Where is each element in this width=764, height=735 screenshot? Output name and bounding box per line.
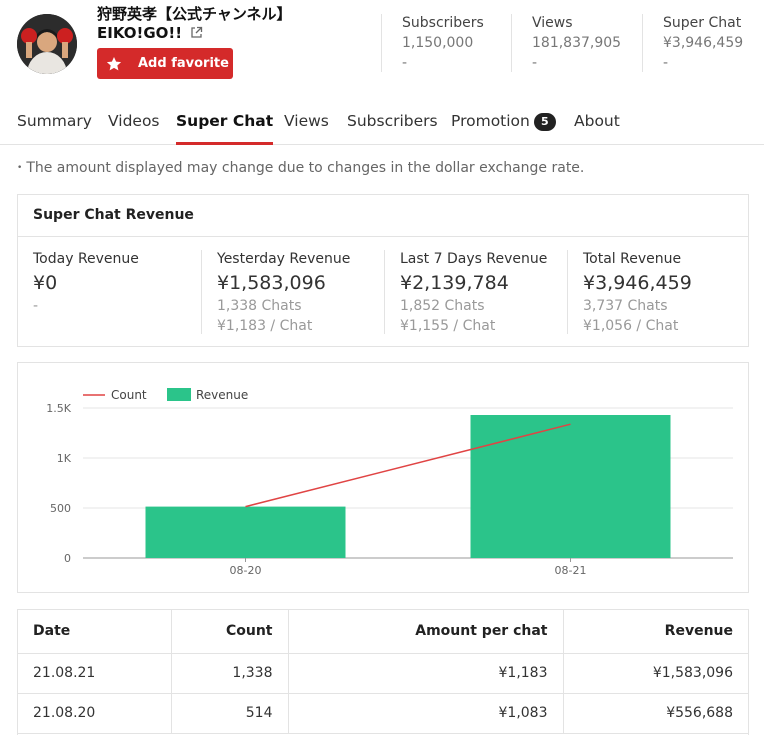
tab-videos[interactable]: Videos [108,112,160,145]
header-revenue[interactable]: Revenue [563,610,748,654]
revenue-chats: 1,852 Chats [400,298,485,314]
revenue-bar [470,415,671,558]
yesterday-revenue: Yesterday Revenue ¥1,583,096 1,338 Chats… [201,250,384,334]
revenue-per-chat: ¥1,056 / Chat [583,318,679,334]
stat-label: Subscribers [402,15,484,31]
super-chat-table-card: Date Count Amount per chat Revenue 21.08… [17,609,749,735]
cell-revenue: ¥1,583,096 [563,653,748,694]
tab-summary[interactable]: Summary [17,112,92,145]
stat-label: Super Chat [663,15,742,31]
header-date[interactable]: Date [18,610,172,654]
header-count[interactable]: Count [171,610,289,654]
add-favorite-label: Add favorite [138,56,229,71]
super-chat-revenue-card: Super Chat Revenue Today Revenue ¥0 - Ye… [17,194,749,347]
channel-name[interactable]: 狩野英孝【公式チャンネル】 EIKO!GO!! [97,5,387,44]
cell-count: 1,338 [171,653,289,694]
tab-views[interactable]: Views [284,112,329,145]
channel-name-line2: EIKO!GO!! [97,24,183,42]
promotion-count-badge: 5 [533,113,556,131]
stat-subscribers: Subscribers 1,150,000 - [381,14,511,72]
revenue-label: Today Revenue [33,251,139,267]
super-chat-chart-card: 0 500 1K 1.5K 08-20 08-21 Count Revenue [17,362,749,593]
tab-subscribers[interactable]: Subscribers [347,112,438,145]
channel-name-line1: 狩野英孝【公式チャンネル】 [97,5,292,23]
tab-bar: Summary Videos Super Chat Views Subscrib… [0,100,764,145]
legend-count-label: Count [111,388,147,402]
revenue-amount: ¥0 [33,272,58,294]
y-tick-label: 500 [50,502,71,515]
today-revenue: Today Revenue ¥0 - [18,250,201,334]
y-tick-label: 1K [57,452,72,465]
revenue-per-chat: ¥1,183 / Chat [217,318,313,334]
total-revenue: Total Revenue ¥3,946,459 3,737 Chats ¥1,… [567,250,748,334]
legend-revenue-label: Revenue [196,388,248,402]
revenue-label: Last 7 Days Revenue [400,251,548,267]
last-7-days-revenue: Last 7 Days Revenue ¥2,139,784 1,852 Cha… [384,250,567,334]
table-row: 21.08.20 514 ¥1,083 ¥556,688 [18,693,748,734]
star-icon [106,56,122,70]
stat-super-chat: Super Chat ¥3,946,459 - [642,14,764,72]
revenue-amount: ¥1,583,096 [217,272,326,294]
tab-promotion[interactable]: Promotion 5 [451,112,556,145]
cell-count: 514 [171,693,289,734]
cell-amount-per-chat: ¥1,083 [288,693,564,734]
revenue-amount: ¥2,139,784 [400,272,509,294]
stat-views: Views 181,837,905 - [511,14,642,72]
y-tick-label: 1.5K [46,402,71,415]
exchange-rate-note: • The amount displayed may change due to … [17,160,584,176]
header-amount-per-chat[interactable]: Amount per chat [288,610,564,654]
legend-revenue-swatch [167,388,191,401]
tab-promotion-label: Promotion [451,112,530,130]
channel-avatar[interactable] [17,14,77,74]
revenue-bar [145,506,346,558]
revenue-amount: ¥3,946,459 [583,272,692,294]
stat-label: Views [532,15,573,31]
table-header-row: Date Count Amount per chat Revenue [18,610,748,654]
revenue-chats: 1,338 Chats [217,298,302,314]
revenue-per-chat: ¥1,155 / Chat [400,318,496,334]
stat-value: ¥3,946,459 [663,35,744,51]
revenue-chats: 3,737 Chats [583,298,668,314]
cell-revenue: ¥556,688 [563,693,748,734]
stat-value: 181,837,905 [532,35,622,51]
stat-delta: - [532,55,538,71]
note-text: The amount displayed may change due to c… [26,160,585,176]
external-link-icon[interactable] [190,25,203,44]
super-chat-chart: 0 500 1K 1.5K 08-20 08-21 Count Revenue [46,388,733,577]
cell-date: 21.08.21 [18,653,172,694]
channel-header: 狩野英孝【公式チャンネル】 EIKO!GO!! Add favorite Sub… [0,0,764,100]
add-favorite-button[interactable]: Add favorite [97,48,233,79]
y-tick-label: 0 [64,552,71,565]
avatar-image [17,14,77,74]
tab-super-chat[interactable]: Super Chat [176,112,274,145]
super-chat-table: Date Count Amount per chat Revenue 21.08… [18,610,748,734]
x-tick-label: 08-20 [230,564,262,577]
stat-delta: - [402,55,408,71]
cell-amount-per-chat: ¥1,183 [288,653,564,694]
stat-delta: - [663,55,669,71]
table-row: 21.08.21 1,338 ¥1,183 ¥1,583,096 [18,653,748,694]
revenue-label: Total Revenue [583,251,682,267]
x-tick-label: 08-21 [555,564,587,577]
tab-about[interactable]: About [574,112,620,145]
revenue-label: Yesterday Revenue [217,251,351,267]
bullet-icon: • [17,163,23,173]
cell-date: 21.08.20 [18,693,172,734]
card-title: Super Chat Revenue [18,195,748,237]
stat-value: 1,150,000 [402,35,474,51]
revenue-chats: - [33,298,39,314]
